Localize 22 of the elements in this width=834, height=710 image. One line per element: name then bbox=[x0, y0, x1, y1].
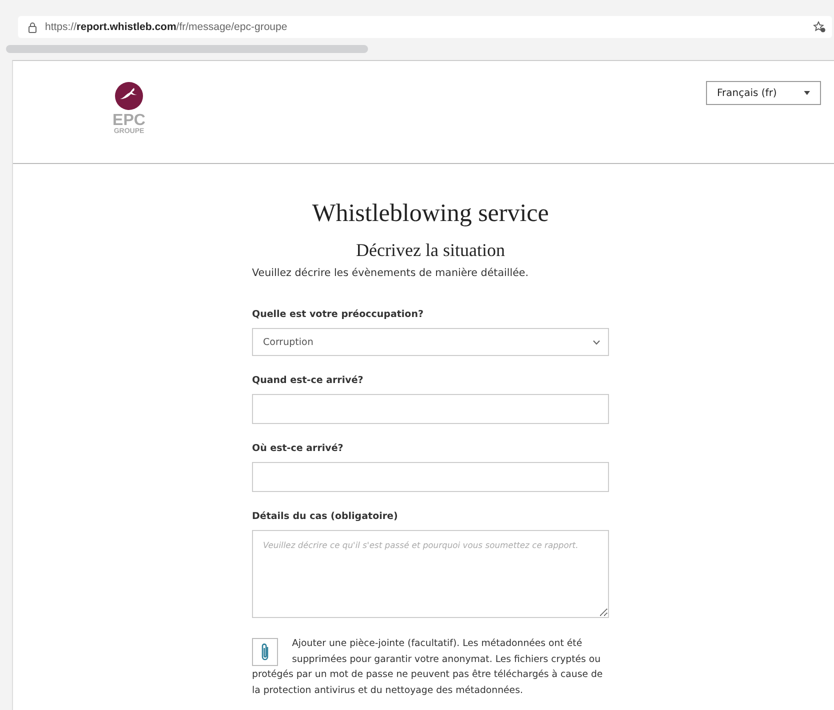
paperclip-icon bbox=[260, 642, 270, 662]
language-select[interactable]: Français (fr) bbox=[706, 81, 821, 105]
input-field[interactable] bbox=[252, 394, 609, 424]
field-label: Quelle est votre préoccupation? bbox=[252, 309, 424, 320]
field-label: Où est-ce arrivé? bbox=[252, 443, 344, 454]
chevron-icon bbox=[593, 340, 600, 344]
logo-icon bbox=[114, 81, 144, 111]
attach-button[interactable] bbox=[252, 638, 278, 666]
star-icon[interactable] bbox=[813, 21, 826, 33]
field-label: Détails du cas (obligatoire) bbox=[252, 511, 399, 522]
lock-icon bbox=[28, 22, 37, 32]
caret-icon bbox=[804, 91, 810, 95]
page-title: Whistleblowing service bbox=[311, 200, 550, 228]
intro-text: Veuillez décrire les évènements de manière détaillée. bbox=[252, 267, 530, 279]
attachment-note: Ajouter une pièce-jointe (facultatif). Les métadonnées ont été supprimées pour garantir votre anonymat. Les fichiers cryptés ou protégés par un mot de passe ne peuvent pas être téléchargés à cause de la protection antivirus et du nettoyage des métadonnées. bbox=[252, 637, 604, 698]
page-subtitle: Décrivez la situation bbox=[355, 240, 506, 261]
logo-text: EPC bbox=[112, 113, 146, 128]
input-field[interactable] bbox=[252, 462, 609, 492]
scroll-bar[interactable] bbox=[6, 45, 368, 53]
details-field[interactable]: Veuillez décrire ce qu'il s'est passé et pourquoi vous soumettez ce rapport. bbox=[252, 530, 609, 618]
concern-select[interactable]: Corruption bbox=[252, 328, 609, 356]
field-label: Quand est-ce arrivé? bbox=[252, 375, 364, 386]
